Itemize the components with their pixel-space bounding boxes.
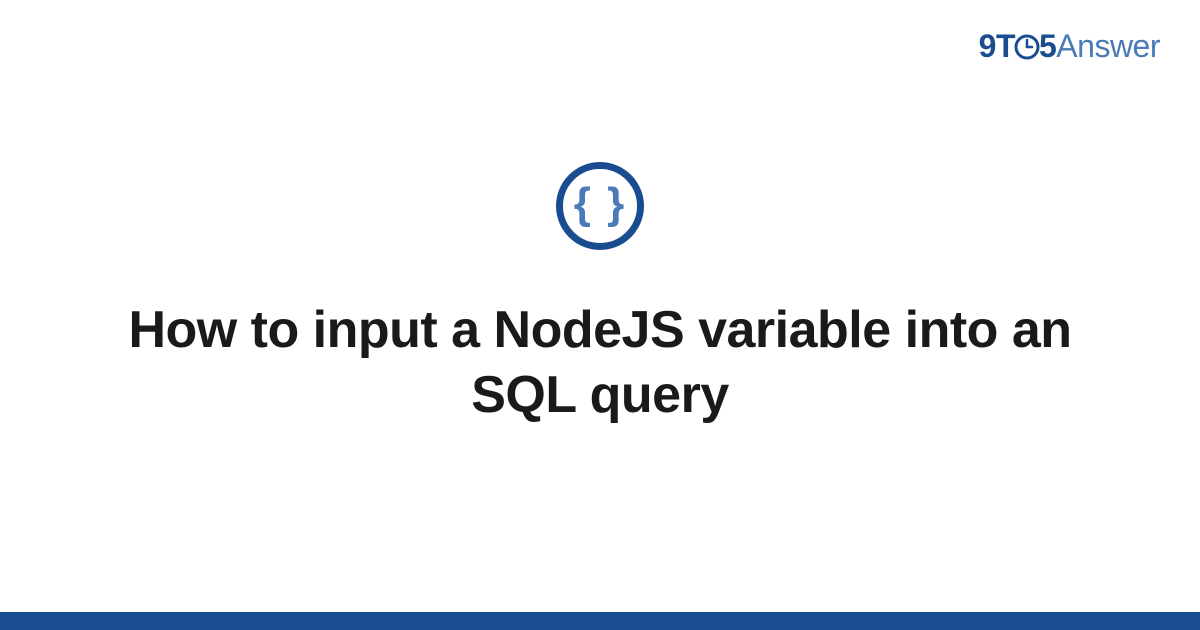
braces-glyph: { } xyxy=(574,182,626,226)
code-braces-icon: { } xyxy=(556,162,644,250)
main-content: { } How to input a NodeJS variable into … xyxy=(0,0,1200,630)
footer-accent-bar xyxy=(0,612,1200,630)
page-title: How to input a NodeJS variable into an S… xyxy=(100,298,1100,428)
